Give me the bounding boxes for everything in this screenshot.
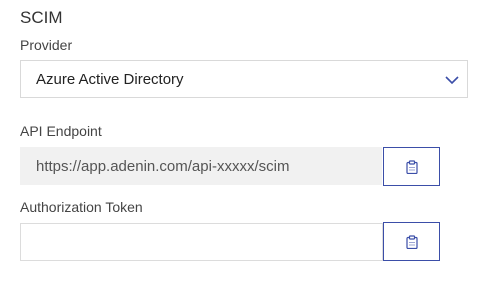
api-endpoint-field[interactable]	[20, 147, 382, 185]
api-endpoint-label: API Endpoint	[20, 123, 102, 139]
clipboard-icon	[405, 234, 418, 249]
authorization-token-label: Authorization Token	[20, 199, 143, 215]
section-title: SCIM	[20, 8, 63, 27]
clipboard-icon	[405, 159, 418, 174]
provider-select[interactable]: Azure Active Directory	[20, 60, 468, 98]
scim-settings-panel: SCIM Provider Azure Active Directory API…	[0, 0, 502, 289]
copy-authorization-token-button[interactable]	[383, 222, 440, 261]
copy-api-endpoint-button[interactable]	[383, 147, 440, 186]
chevron-down-icon	[445, 76, 459, 85]
provider-label: Provider	[20, 37, 73, 53]
provider-selected-value: Azure Active Directory	[36, 70, 184, 88]
authorization-token-field[interactable]	[20, 223, 383, 261]
